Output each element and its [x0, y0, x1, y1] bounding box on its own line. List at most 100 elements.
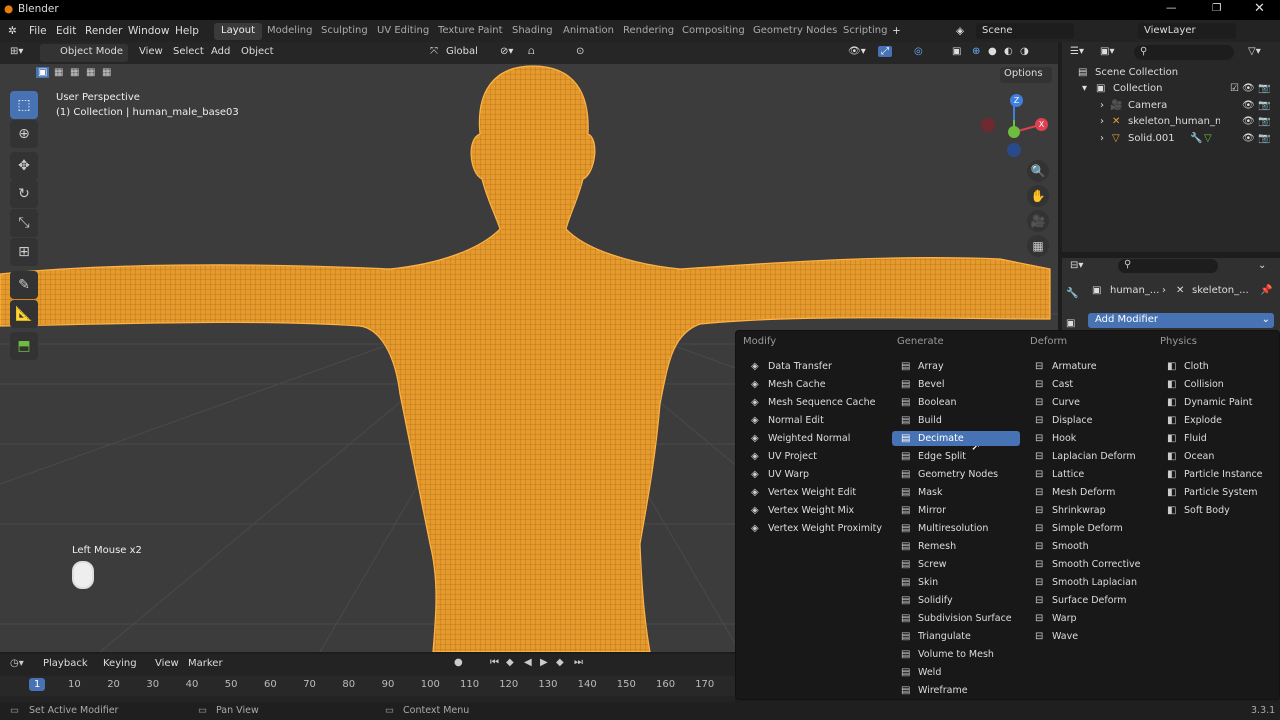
blender-menu-icon[interactable]: ✲: [8, 25, 17, 37]
axis-neg-z[interactable]: [1007, 143, 1021, 157]
prev-keyframe-icon[interactable]: ◆: [506, 657, 514, 668]
outliner-item-solid[interactable]: Solid.001: [1128, 133, 1175, 144]
modifier-item-lattice[interactable]: ⊟ Lattice: [1026, 467, 1084, 482]
options-button[interactable]: Options: [1000, 67, 1052, 83]
expand-solid-icon[interactable]: ›: [1100, 133, 1104, 144]
tool-select-box[interactable]: ⬚: [10, 91, 38, 119]
modifier-item-normal-edit[interactable]: ◈ Normal Edit: [742, 413, 824, 428]
modifier-item-surface-deform[interactable]: ⊟ Surface Deform: [1026, 593, 1127, 608]
modifier-item-vertex-weight-proximity[interactable]: ◈ Vertex Weight Proximity: [742, 521, 882, 536]
tab-scripting[interactable]: Scripting: [836, 23, 894, 40]
modifier-item-dynamic-paint[interactable]: ◧ Dynamic Paint: [1158, 395, 1252, 410]
modifier-item-mesh-sequence-cache[interactable]: ◈ Mesh Sequence Cache: [742, 395, 875, 410]
modifier-item-wireframe[interactable]: ▤ Wireframe: [892, 683, 968, 698]
select-subtract-icon[interactable]: ▦: [70, 67, 79, 78]
eye-icon[interactable]: 👁: [1242, 133, 1255, 144]
modifier-item-vertex-weight-mix[interactable]: ◈ Vertex Weight Mix: [742, 503, 854, 518]
scene-selector[interactable]: Scene: [976, 23, 1074, 39]
tool-transform[interactable]: ⊞: [10, 238, 38, 266]
pin-icon[interactable]: 📌: [1260, 285, 1272, 296]
view-menu[interactable]: View: [139, 46, 163, 57]
outliner-collection[interactable]: Collection: [1113, 83, 1162, 94]
render-camera-icon[interactable]: 📷: [1258, 83, 1270, 94]
modifier-item-geometry-nodes[interactable]: ▤ Geometry Nodes: [892, 467, 998, 482]
render-camera-icon[interactable]: 📷: [1258, 116, 1270, 127]
tool-annotate[interactable]: ✎: [10, 271, 38, 299]
frame-ruler[interactable]: 1 10 20 30 40 50 60 70 80 90 100 110 120 130 140 150 16…: [0, 676, 735, 696]
axis-z-label[interactable]: Z: [1010, 94, 1023, 107]
outliner-item-camera[interactable]: Camera: [1128, 100, 1167, 111]
xray-icon[interactable]: ▣: [952, 46, 961, 57]
expand-collection-icon[interactable]: ▾: [1082, 83, 1087, 94]
modifier-item-multiresolution[interactable]: ▤ Multiresolution: [892, 521, 988, 536]
visibility-icon[interactable]: 👁▾: [848, 46, 866, 57]
expand-skeleton-icon[interactable]: ›: [1100, 116, 1104, 127]
axis-x-label[interactable]: X: [1035, 118, 1048, 131]
mode-selector[interactable]: Object Mode: [40, 44, 128, 62]
modifier-item-data-transfer[interactable]: ◈ Data Transfer: [742, 359, 832, 374]
shading-wireframe-icon[interactable]: ⊕: [972, 46, 980, 57]
modifier-item-particle-instance[interactable]: ◧ Particle Instance: [1158, 467, 1263, 482]
object-breadcrumb[interactable]: human_...: [1110, 285, 1159, 296]
timeline-editor-icon[interactable]: ◷▾: [10, 658, 24, 669]
keying-menu[interactable]: Keying: [103, 658, 137, 669]
modifier-item-displace[interactable]: ⊟ Displace: [1026, 413, 1092, 428]
tab-uv-editing[interactable]: UV Editing: [370, 23, 436, 40]
modifier-item-vertex-weight-edit[interactable]: ◈ Vertex Weight Edit: [742, 485, 856, 500]
select-intersect-icon[interactable]: ▦: [102, 67, 111, 78]
modifier-item-array[interactable]: ▤ Array: [892, 359, 944, 374]
modifier-item-edge-split[interactable]: ▤ Edge Split: [892, 449, 966, 464]
tool-scale[interactable]: ⤡: [10, 209, 38, 237]
menu-window[interactable]: Window: [128, 25, 169, 37]
shading-rendered-icon[interactable]: ◑: [1020, 46, 1029, 57]
scene-icon[interactable]: ◈: [956, 25, 964, 37]
select-invert-icon[interactable]: ▦: [86, 67, 95, 78]
select-new-icon[interactable]: ▣: [36, 67, 50, 78]
menu-edit[interactable]: Edit: [56, 25, 76, 37]
hand-pan-icon[interactable]: ✋: [1027, 185, 1049, 207]
tool-tab-icon[interactable]: 🔧: [1066, 288, 1078, 299]
eye-icon[interactable]: 👁: [1242, 100, 1255, 111]
modifier-breadcrumb[interactable]: skeleton_...: [1192, 285, 1249, 296]
chevron-down-icon[interactable]: ⌄: [1258, 260, 1266, 271]
filter-icon[interactable]: ▽▾: [1248, 46, 1261, 57]
select-menu[interactable]: Select: [173, 46, 204, 57]
shading-material-icon[interactable]: ◐: [1004, 46, 1013, 57]
outliner-item-skeleton[interactable]: skeleton_human_male: [1128, 116, 1220, 127]
modifier-item-screw[interactable]: ▤ Screw: [892, 557, 947, 572]
menu-file[interactable]: File: [29, 25, 47, 37]
tab-animation[interactable]: Animation: [556, 23, 621, 40]
add-workspace-icon[interactable]: +: [892, 25, 901, 37]
eye-icon[interactable]: 👁: [1242, 83, 1255, 94]
tab-compositing[interactable]: Compositing: [675, 23, 752, 40]
render-tab-icon[interactable]: ▣: [1066, 318, 1075, 329]
tab-modeling[interactable]: Modeling: [260, 23, 320, 40]
modifier-item-mirror[interactable]: ▤ Mirror: [892, 503, 946, 518]
outliner-search-input[interactable]: ⚲: [1134, 45, 1234, 60]
modifier-item-triangulate[interactable]: ▤ Triangulate: [892, 629, 971, 644]
axis-y[interactable]: [1008, 126, 1020, 138]
menu-render[interactable]: Render: [85, 25, 122, 37]
modifier-item-decimate[interactable]: ▤ Decimate: [892, 431, 1020, 446]
editor-type-icon[interactable]: ⊞▾: [10, 46, 23, 57]
add-modifier-button[interactable]: Add Modifier ⌄: [1088, 313, 1274, 328]
expand-camera-icon[interactable]: ›: [1100, 100, 1104, 111]
pivot-icon[interactable]: ⊘▾: [500, 46, 513, 57]
modifier-item-weighted-normal[interactable]: ◈ Weighted Normal: [742, 431, 850, 446]
modifier-item-smooth[interactable]: ⊟ Smooth: [1026, 539, 1089, 554]
marker-menu[interactable]: Marker: [188, 658, 223, 669]
camera-view-icon[interactable]: 🎥: [1027, 210, 1049, 232]
close-icon[interactable]: ✕: [1254, 1, 1265, 16]
tab-sculpting[interactable]: Sculpting: [314, 23, 375, 40]
next-keyframe-icon[interactable]: ◆: [556, 657, 564, 668]
maximize-icon[interactable]: ❐: [1212, 2, 1221, 14]
proportional-edit-icon[interactable]: ⊙: [576, 46, 584, 57]
modifier-item-fluid[interactable]: ◧ Fluid: [1158, 431, 1207, 446]
modifier-item-boolean[interactable]: ▤ Boolean: [892, 395, 956, 410]
modifier-item-solidify[interactable]: ▤ Solidify: [892, 593, 953, 608]
collection-checkbox[interactable]: ☑: [1230, 83, 1239, 94]
modifier-item-hook[interactable]: ⊟ Hook: [1026, 431, 1076, 446]
modifier-item-wave[interactable]: ⊟ Wave: [1026, 629, 1078, 644]
select-mode-buttons[interactable]: ▣ ▦ ▦ ▦ ▦: [36, 67, 116, 81]
orientation-selector[interactable]: Global: [446, 46, 478, 57]
